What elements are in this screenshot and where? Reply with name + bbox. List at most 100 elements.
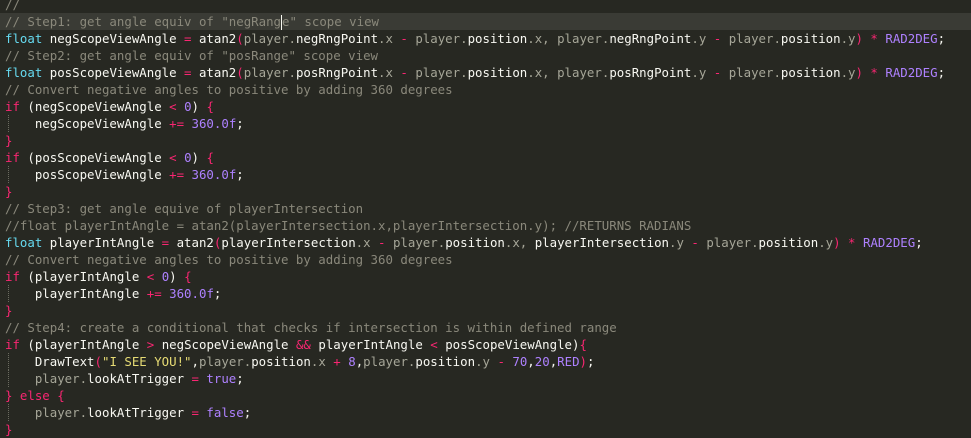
code-token: 0: [184, 99, 192, 114]
code-token: lookAtTrigger: [87, 371, 192, 386]
code-token: negRngPoint: [295, 31, 379, 46]
code-token: ;: [937, 65, 946, 80]
code-line[interactable]: }: [0, 421, 971, 438]
code-token: player.: [243, 31, 296, 46]
code-token: .x: [355, 235, 379, 250]
code-line[interactable]: // Step2: get angle equiv of "posRange" …: [0, 47, 971, 64]
code-token: (: [94, 354, 102, 369]
code-line[interactable]: }: [0, 132, 971, 149]
code-token: float: [5, 31, 50, 46]
code-token: negScopeViewAngle: [34, 99, 170, 114]
code-token: +=: [146, 286, 170, 301]
code-line[interactable]: // Step4: create a conditional that chec…: [0, 319, 971, 336]
code-token: position: [467, 65, 528, 80]
code-line[interactable]: }: [0, 302, 971, 319]
code-token: >: [146, 337, 162, 352]
code-token: // Convert negative angles to positive b…: [5, 82, 453, 97]
code-token: "I SEE YOU!": [102, 354, 192, 369]
code-line[interactable]: // Step3: get angle equive of playerInte…: [0, 200, 971, 217]
code-line[interactable]: float negScopeViewAngle = atan2(player.n…: [0, 30, 971, 47]
code-token: negRngPoint: [609, 31, 692, 46]
code-editor[interactable]: // // Step1: get angle equiv of "negRang…: [0, 0, 971, 437]
code-token: if: [5, 269, 28, 284]
code-line[interactable]: }: [0, 183, 971, 200]
code-line[interactable]: } else {: [0, 387, 971, 404]
code-token: (: [27, 150, 35, 165]
code-token: =: [161, 235, 177, 250]
indent-guide: [8, 404, 9, 421]
code-token: player.: [199, 354, 252, 369]
code-token: player.: [363, 354, 416, 369]
code-token: .x, player.: [527, 31, 610, 46]
code-line[interactable]: if (playerIntAngle < 0) {: [0, 268, 971, 285]
code-token: -: [713, 65, 729, 80]
code-line[interactable]: float posScopeViewAngle = atan2(player.p…: [0, 64, 971, 81]
code-line[interactable]: if (negScopeViewAngle < 0) {: [0, 98, 971, 115]
code-line[interactable]: //float playerIntAngle = atan2(playerInt…: [0, 217, 971, 234]
code-token: } else {: [5, 388, 65, 403]
code-token: position: [758, 235, 819, 250]
code-token: 360.0f: [191, 167, 237, 182]
code-token: // Step1: get angle equiv of "negRang: [5, 14, 282, 29]
code-token: .y: [691, 31, 714, 46]
code-line[interactable]: float playerIntAngle = atan2(playerInter…: [0, 234, 971, 251]
code-token: 360.0f: [191, 116, 237, 131]
code-token: lookAtTrigger: [87, 405, 192, 420]
code-token: 0: [184, 150, 192, 165]
code-token: (: [27, 99, 35, 114]
code-line[interactable]: player.lookAtTrigger = false;: [0, 404, 971, 421]
code-line[interactable]: if (posScopeViewAngle < 0) {: [0, 149, 971, 166]
code-token: }: [5, 422, 13, 437]
code-token: posScopeViewAngle: [5, 167, 170, 182]
code-token: ;: [236, 167, 244, 182]
code-token: // Step4: create a conditional that chec…: [5, 320, 617, 335]
code-token: .x: [378, 65, 401, 80]
code-token: 8: [348, 354, 356, 369]
code-line[interactable]: // Step1: get angle equiv of "negRange" …: [0, 13, 971, 30]
code-line[interactable]: //: [0, 0, 971, 13]
code-token: RAD2DEG: [885, 31, 938, 46]
code-token: position: [780, 65, 841, 80]
code-token: ) *: [833, 235, 863, 250]
code-token: ): [191, 99, 207, 114]
code-token: .y: [475, 354, 498, 369]
code-token: <: [169, 99, 185, 114]
code-token: }: [5, 184, 13, 199]
code-token: ;: [236, 116, 244, 131]
code-token: negScopeViewAngle: [161, 337, 296, 352]
code-token: player.: [392, 235, 446, 250]
code-token: .x: [378, 31, 401, 46]
code-line[interactable]: if (playerIntAngle > negScopeViewAngle &…: [0, 336, 971, 353]
code-token: //: [5, 0, 43, 12]
code-line[interactable]: playerIntAngle += 360.0f;: [0, 285, 971, 302]
code-line[interactable]: // Convert negative angles to positive b…: [0, 81, 971, 98]
code-token: -: [497, 354, 513, 369]
code-token: -: [400, 31, 416, 46]
code-token: ;: [937, 31, 946, 46]
code-token: if: [5, 99, 28, 114]
code-token: player.: [5, 371, 88, 386]
code-line[interactable]: negScopeViewAngle += 360.0f;: [0, 115, 971, 132]
code-token: negScopeViewAngle: [49, 31, 185, 46]
code-token: negScopeViewAngle: [5, 116, 170, 131]
code-token: player.: [728, 65, 781, 80]
code-token: player.: [243, 65, 296, 80]
code-token: //float playerIntAngle = atan2(playerInt…: [5, 218, 692, 233]
code-token: playerIntAngle: [5, 286, 147, 301]
code-line[interactable]: // Convert negative angles to positive b…: [0, 251, 971, 268]
code-token: if: [5, 150, 28, 165]
code-token: ): [579, 354, 588, 369]
code-token: &&: [295, 337, 319, 352]
code-token: // Step2: get angle equiv of "posRange" …: [5, 48, 378, 63]
code-token: .y: [840, 65, 856, 80]
code-token: =: [191, 371, 207, 386]
code-line[interactable]: posScopeViewAngle += 360.0f;: [0, 166, 971, 183]
code-line[interactable]: DrawText("I SEE YOU!",player.position.x …: [0, 353, 971, 370]
code-token: -: [400, 65, 416, 80]
code-line[interactable]: player.lookAtTrigger = true;: [0, 370, 971, 387]
code-token: playerIntAngle: [318, 337, 431, 352]
code-token: posRngPoint: [609, 65, 692, 80]
code-token: {: [206, 150, 214, 165]
code-token: +: [333, 354, 349, 369]
code-token: ;: [236, 371, 244, 386]
